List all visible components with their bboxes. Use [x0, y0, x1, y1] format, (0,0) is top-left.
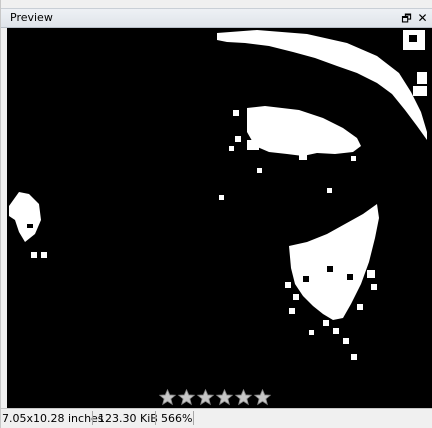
close-icon[interactable]: ✕ — [416, 11, 429, 25]
image-dimensions: 7.05x10.28 inches — [2, 412, 104, 425]
restore-window-icon[interactable]: 🗗 — [400, 11, 413, 25]
star-icon[interactable] — [235, 389, 252, 406]
image-preview-canvas[interactable] — [7, 28, 432, 408]
star-icon[interactable] — [216, 389, 233, 406]
status-separator — [193, 411, 194, 425]
star-icon[interactable] — [159, 389, 176, 406]
star-icon[interactable] — [254, 389, 271, 406]
file-size: 123.30 KiB — [98, 412, 158, 425]
preview-panel: Preview 🗗 ✕ 7.05x10.28 inches 123.30 KiB… — [0, 0, 432, 428]
preview-image — [9, 30, 427, 360]
star-icon[interactable] — [197, 389, 214, 406]
status-separator — [92, 411, 93, 425]
panel-titlebar: Preview 🗗 ✕ — [1, 8, 432, 28]
zoom-level: 566% — [161, 412, 193, 425]
star-rating[interactable] — [159, 389, 271, 407]
panel-title: Preview — [10, 11, 53, 24]
star-icon[interactable] — [178, 389, 195, 406]
status-separator — [155, 411, 156, 425]
status-bar: 7.05x10.28 inches 123.30 KiB 566% — [1, 408, 432, 428]
